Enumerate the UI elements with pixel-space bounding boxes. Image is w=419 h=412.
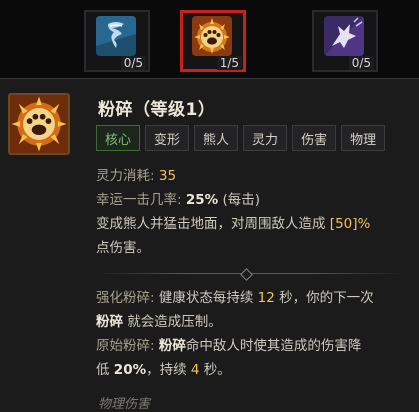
lucky-hit-value: 25% <box>185 192 219 208</box>
bear-paw-icon <box>192 16 232 56</box>
skill-tooltip: 粉碎（等级1） 核心 变形 熊人 灵力 伤害 物理 灵力消耗: 35 幸运一击几… <box>0 78 419 412</box>
tag-damage: 伤害 <box>292 125 337 151</box>
skill-slot-pulverize[interactable]: 1/5 <box>180 10 246 72</box>
skill-title: 粉碎（等级1） <box>98 100 216 120</box>
tag-physical: 物理 <box>341 125 386 151</box>
primal-line-2: 低 20%，持续 4 秒。 <box>96 362 231 378</box>
damage-type-footer: 物理伤害 <box>98 397 151 412</box>
description-line-2: 点伤害。 <box>96 240 150 256</box>
tag-werebear: 熊人 <box>194 125 239 151</box>
skill-rank-count: 0/5 <box>348 56 374 70</box>
skill-slot-bar: 0/5 1/5 0/5 <box>0 0 419 78</box>
skill-slot-wolf[interactable]: 0/5 <box>312 10 378 72</box>
tag-core: 核心 <box>96 125 141 151</box>
spirit-cost-line: 灵力消耗: 35 <box>96 168 177 184</box>
wolf-icon <box>324 16 364 56</box>
cyclone-icon <box>96 16 136 56</box>
enhancement-line-2: 粉碎 就会造成压制。 <box>96 314 222 330</box>
bear-paw-icon <box>8 93 70 155</box>
tag-shapeshift: 变形 <box>145 125 190 151</box>
enhancement-line-1: 强化粉碎: 健康状态每持续 12 秒，你的下一次 <box>96 290 374 306</box>
damage-value: [50]% <box>329 216 371 232</box>
skill-rank-count: 1/5 <box>216 56 242 70</box>
skill-slot-cyclone[interactable]: 0/5 <box>84 10 150 72</box>
skill-tags: 核心 变形 熊人 灵力 伤害 物理 <box>96 125 386 151</box>
lucky-hit-line: 幸运一击几率: 25% (每击) <box>96 192 261 208</box>
skill-rank-count: 0/5 <box>120 56 146 70</box>
divider <box>96 268 402 281</box>
primal-line-1: 原始粉碎: 粉碎命中敌人时使其造成的伤害降 <box>96 338 362 354</box>
spirit-cost-value: 35 <box>158 168 177 184</box>
description-line-1: 变成熊人并猛击地面，对周围敌人造成 [50]% <box>96 216 371 232</box>
tag-spirit: 灵力 <box>243 125 288 151</box>
